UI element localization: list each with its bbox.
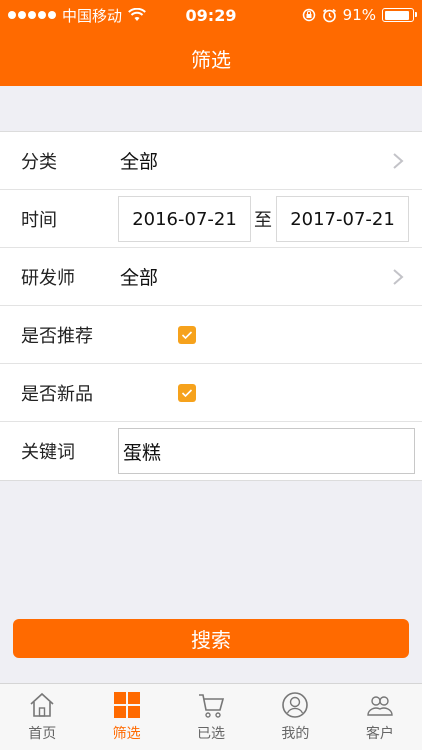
new-product-label: 是否新品 <box>21 383 93 405</box>
tab-home-label: 首页 <box>28 726 57 742</box>
chevron-right-icon <box>393 153 404 169</box>
keyword-row: 关键词 <box>0 422 422 480</box>
developer-row[interactable]: 研发师 全部 <box>0 248 422 306</box>
developer-label: 研发师 <box>21 267 75 289</box>
cart-icon <box>199 694 225 718</box>
category-row[interactable]: 分类 全部 <box>0 132 422 190</box>
checkmark-icon <box>181 389 193 398</box>
start-date-field[interactable]: 2016-07-21 <box>118 196 251 242</box>
battery-percent: 91% <box>342 6 376 24</box>
tab-selected-label: 已选 <box>197 726 226 742</box>
new-product-row: 是否新品 <box>0 364 422 422</box>
header: 中国移动 09:29 91% 筛选 <box>0 0 422 86</box>
alarm-icon <box>322 8 336 22</box>
rotation-lock-icon <box>302 8 315 22</box>
chevron-right-icon <box>393 269 404 285</box>
keyword-label: 关键词 <box>21 442 75 463</box>
home-icon <box>30 692 54 717</box>
end-date-field[interactable]: 2017-07-21 <box>276 196 409 242</box>
tab-bar: 首页 筛选 已选 我的 客户 <box>0 683 422 750</box>
date-separator: 至 <box>254 209 272 231</box>
keyword-input[interactable] <box>118 428 415 474</box>
tab-selected[interactable]: 已选 <box>169 684 253 750</box>
tab-filter[interactable]: 筛选 <box>84 684 168 750</box>
grid-icon <box>113 692 140 718</box>
tab-filter-label: 筛选 <box>112 726 141 742</box>
tab-customers[interactable]: 客户 <box>338 684 422 750</box>
status-bar: 中国移动 09:29 91% <box>0 0 422 30</box>
recommended-label: 是否推荐 <box>21 325 93 347</box>
user-icon <box>282 692 309 718</box>
time-label: 时间 <box>21 209 57 231</box>
search-button[interactable]: 搜索 <box>13 619 409 658</box>
tab-mine-label: 我的 <box>281 726 310 742</box>
page-title: 筛选 <box>191 47 231 72</box>
recommended-checkbox[interactable] <box>178 326 196 344</box>
time-row: 时间 2016-07-21 至 2017-07-21 <box>0 190 422 248</box>
battery-icon <box>382 8 417 22</box>
recommended-row: 是否推荐 <box>0 306 422 364</box>
developer-value[interactable]: 全部 <box>120 263 158 290</box>
new-product-checkbox[interactable] <box>178 384 196 402</box>
carrier-name: 中国移动 <box>62 6 123 25</box>
signal-icon <box>8 11 56 19</box>
wifi-icon <box>128 8 146 21</box>
tab-mine[interactable]: 我的 <box>253 684 337 750</box>
category-value[interactable]: 全部 <box>120 147 158 174</box>
category-label: 分类 <box>21 151 57 173</box>
customers-icon <box>367 696 393 716</box>
checkmark-icon <box>181 331 193 340</box>
tab-customers-label: 客户 <box>365 726 394 742</box>
tab-home[interactable]: 首页 <box>0 684 84 750</box>
filter-form: 分类 全部 时间 2016-07-21 至 2017-07-21 研发师 全部 … <box>0 131 422 481</box>
